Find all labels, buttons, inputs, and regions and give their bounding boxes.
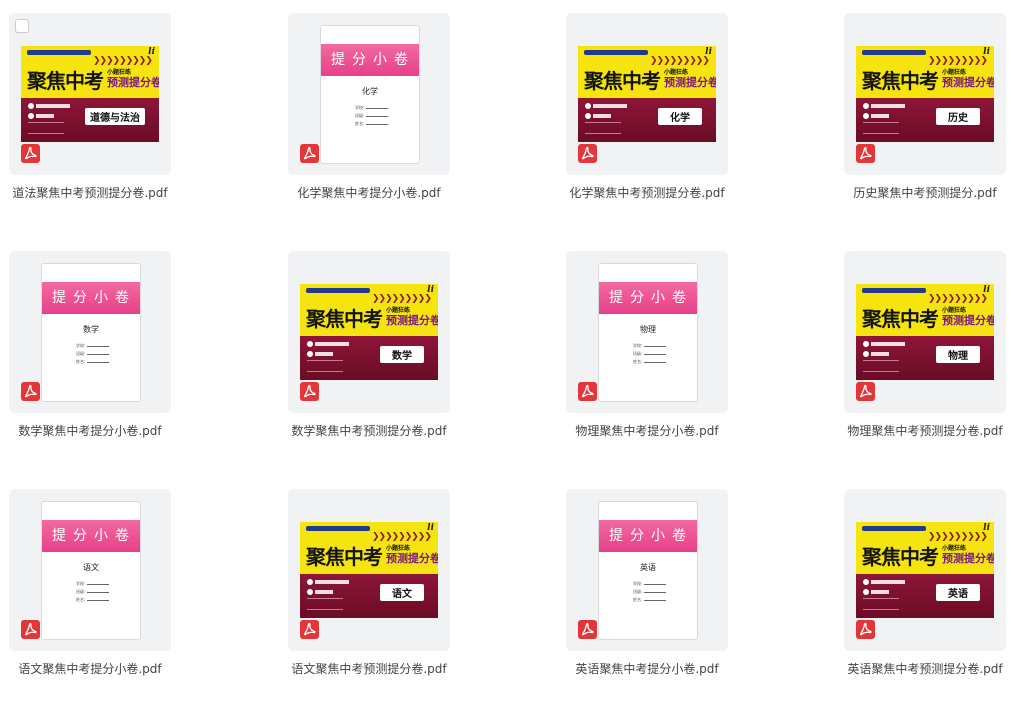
cover-subject-label: 英语	[936, 584, 980, 601]
file-card[interactable]: 提分小卷 数学 学校: 班级: 姓名:	[9, 251, 171, 413]
pdf-icon	[856, 144, 875, 163]
file-thumbnail-cover: li ❯❯❯❯❯❯❯❯❯ 聚焦中考 小题狂练 预测提分卷 道德与法治	[21, 46, 159, 142]
file-thumbnail-cover: li ❯❯❯❯❯❯❯❯❯ 聚焦中考 小题狂练 预测提分卷 语文	[300, 522, 438, 618]
pdf-icon	[578, 144, 597, 163]
file-thumbnail-booklet: 提分小卷 英语 学校: 班级: 姓名:	[598, 501, 698, 640]
checkbox-icon[interactable]	[15, 19, 29, 33]
file-card[interactable]: li ❯❯❯❯❯❯❯❯❯ 聚焦中考 小题狂练 预测提分卷 数学	[288, 251, 450, 413]
file-item[interactable]: li ❯❯❯❯❯❯❯❯❯ 聚焦中考 小题狂练 预测提分卷 历史历史聚焦中考预测提分.pdf	[844, 13, 1006, 251]
cover-subject-label: 数学	[380, 346, 424, 363]
cover-subject-label: 语文	[380, 584, 424, 601]
file-thumbnail-booklet: 提分小卷 化学 学校: 班级: 姓名:	[320, 25, 420, 164]
file-grid: li ❯❯❯❯❯❯❯❯❯ 聚焦中考 小题狂练 预测提分卷 道德与法治道法聚焦中考预测提分卷…	[0, 0, 1024, 715]
file-thumbnail-booklet: 提分小卷 语文 学校: 班级: 姓名:	[41, 501, 141, 640]
file-thumbnail-booklet: 提分小卷 数学 学校: 班级: 姓名:	[41, 263, 141, 402]
file-card[interactable]: 提分小卷 物理 学校: 班级: 姓名:	[566, 251, 728, 413]
pdf-icon	[856, 382, 875, 401]
file-name[interactable]: 数学聚焦中考预测提分卷.pdf	[288, 422, 450, 441]
pdf-icon	[21, 620, 40, 639]
file-name[interactable]: 道法聚焦中考预测提分卷.pdf	[9, 184, 171, 203]
file-name[interactable]: 化学聚焦中考提分小卷.pdf	[288, 184, 450, 203]
file-item[interactable]: 提分小卷 英语 学校: 班级: 姓名: 英语聚焦中考提分小卷.pdf	[566, 489, 728, 727]
file-item[interactable]: 提分小卷 化学 学校: 班级: 姓名: 化学聚焦中考提分小卷.pdf	[288, 13, 450, 251]
booklet-subject: 英语	[640, 563, 656, 572]
booklet-subject: 物理	[640, 325, 656, 334]
file-item[interactable]: li ❯❯❯❯❯❯❯❯❯ 聚焦中考 小题狂练 预测提分卷 语文语文聚焦中考预测提分卷.pd…	[288, 489, 450, 727]
file-thumbnail-cover: li ❯❯❯❯❯❯❯❯❯ 聚焦中考 小题狂练 预测提分卷 化学	[578, 46, 716, 142]
cover-subject-label: 历史	[936, 108, 980, 125]
file-name[interactable]: 英语聚焦中考提分小卷.pdf	[566, 660, 728, 679]
booklet-title: 提分小卷	[42, 520, 140, 552]
pdf-icon	[856, 620, 875, 639]
pdf-icon	[21, 144, 40, 163]
file-card[interactable]: li ❯❯❯❯❯❯❯❯❯ 聚焦中考 小题狂练 预测提分卷 英语	[844, 489, 1006, 651]
file-name[interactable]: 物理聚焦中考提分小卷.pdf	[566, 422, 728, 441]
file-item[interactable]: 提分小卷 物理 学校: 班级: 姓名: 物理聚焦中考提分小卷.pdf	[566, 251, 728, 489]
file-card[interactable]: li ❯❯❯❯❯❯❯❯❯ 聚焦中考 小题狂练 预测提分卷 历史	[844, 13, 1006, 175]
pdf-icon	[300, 620, 319, 639]
file-name[interactable]: 历史聚焦中考预测提分.pdf	[844, 184, 1006, 203]
file-thumbnail-booklet: 提分小卷 物理 学校: 班级: 姓名:	[598, 263, 698, 402]
booklet-subject: 化学	[362, 87, 378, 96]
booklet-title: 提分小卷	[599, 520, 697, 552]
pdf-icon	[578, 620, 597, 639]
file-thumbnail-cover: li ❯❯❯❯❯❯❯❯❯ 聚焦中考 小题狂练 预测提分卷 物理	[856, 284, 994, 380]
file-card[interactable]: li ❯❯❯❯❯❯❯❯❯ 聚焦中考 小题狂练 预测提分卷 物理	[844, 251, 1006, 413]
booklet-title: 提分小卷	[321, 44, 419, 76]
booklet-title: 提分小卷	[42, 282, 140, 314]
pdf-icon	[300, 144, 319, 163]
file-card[interactable]: 提分小卷 化学 学校: 班级: 姓名:	[288, 13, 450, 175]
file-name[interactable]: 语文聚焦中考预测提分卷.pdf	[288, 660, 450, 679]
cover-subject-label: 道德与法治	[85, 108, 145, 125]
file-thumbnail-cover: li ❯❯❯❯❯❯❯❯❯ 聚焦中考 小题狂练 预测提分卷 历史	[856, 46, 994, 142]
file-name[interactable]: 英语聚焦中考预测提分卷.pdf	[844, 660, 1006, 679]
file-card[interactable]: 提分小卷 英语 学校: 班级: 姓名:	[566, 489, 728, 651]
file-item[interactable]: li ❯❯❯❯❯❯❯❯❯ 聚焦中考 小题狂练 预测提分卷 化学化学聚焦中考预测提分卷.pd…	[566, 13, 728, 251]
file-item[interactable]: li ❯❯❯❯❯❯❯❯❯ 聚焦中考 小题狂练 预测提分卷 道德与法治道法聚焦中考预测提分卷…	[9, 13, 171, 251]
cover-subject-label: 化学	[658, 108, 702, 125]
file-thumbnail-cover: li ❯❯❯❯❯❯❯❯❯ 聚焦中考 小题狂练 预测提分卷 数学	[300, 284, 438, 380]
file-item[interactable]: li ❯❯❯❯❯❯❯❯❯ 聚焦中考 小题狂练 预测提分卷 数学数学聚焦中考预测提分卷.pd…	[288, 251, 450, 489]
file-name[interactable]: 化学聚焦中考预测提分卷.pdf	[566, 184, 728, 203]
file-name[interactable]: 语文聚焦中考提分小卷.pdf	[9, 660, 171, 679]
file-item[interactable]: li ❯❯❯❯❯❯❯❯❯ 聚焦中考 小题狂练 预测提分卷 物理物理聚焦中考预测提分卷.pd…	[844, 251, 1006, 489]
file-thumbnail-cover: li ❯❯❯❯❯❯❯❯❯ 聚焦中考 小题狂练 预测提分卷 英语	[856, 522, 994, 618]
file-item[interactable]: 提分小卷 语文 学校: 班级: 姓名: 语文聚焦中考提分小卷.pdf	[9, 489, 171, 727]
booklet-title: 提分小卷	[599, 282, 697, 314]
booklet-subject: 语文	[83, 563, 99, 572]
file-card[interactable]: li ❯❯❯❯❯❯❯❯❯ 聚焦中考 小题狂练 预测提分卷 语文	[288, 489, 450, 651]
file-name[interactable]: 物理聚焦中考预测提分卷.pdf	[844, 422, 1006, 441]
file-item[interactable]: 提分小卷 数学 学校: 班级: 姓名: 数学聚焦中考提分小卷.pdf	[9, 251, 171, 489]
pdf-icon	[21, 382, 40, 401]
file-card[interactable]: li ❯❯❯❯❯❯❯❯❯ 聚焦中考 小题狂练 预测提分卷 道德与法治	[9, 13, 171, 175]
cover-subject-label: 物理	[936, 346, 980, 363]
file-item[interactable]: li ❯❯❯❯❯❯❯❯❯ 聚焦中考 小题狂练 预测提分卷 英语英语聚焦中考预测提分卷.pd…	[844, 489, 1006, 727]
file-card[interactable]: 提分小卷 语文 学校: 班级: 姓名:	[9, 489, 171, 651]
file-card[interactable]: li ❯❯❯❯❯❯❯❯❯ 聚焦中考 小题狂练 预测提分卷 化学	[566, 13, 728, 175]
booklet-subject: 数学	[83, 325, 99, 334]
pdf-icon	[300, 382, 319, 401]
pdf-icon	[578, 382, 597, 401]
file-name[interactable]: 数学聚焦中考提分小卷.pdf	[9, 422, 171, 441]
